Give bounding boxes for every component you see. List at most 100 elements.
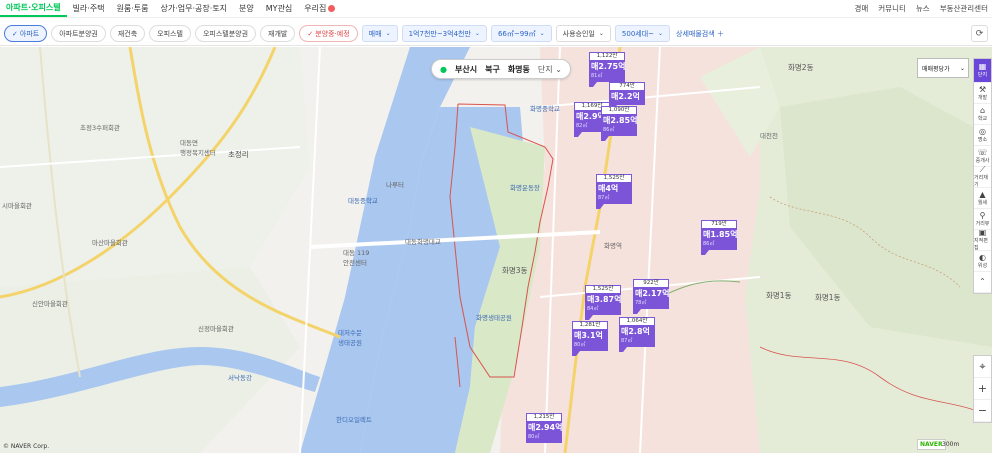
price-marker[interactable]: 922만 매2.17억 78㎡ bbox=[633, 279, 669, 314]
nav-community-link[interactable]: 커뮤니티 bbox=[878, 3, 906, 14]
zoom-out-button[interactable]: − bbox=[974, 400, 991, 422]
zoom-controls: ⌖ + − bbox=[973, 355, 992, 423]
breadcrumb-dong[interactable]: 화명동 bbox=[508, 64, 530, 75]
price-marker[interactable]: 1,525만 매4억 87㎡ bbox=[596, 174, 632, 209]
tool-satellite-button[interactable]: ◐ 위성 bbox=[974, 251, 991, 272]
marker-area: 80㎡ bbox=[574, 342, 586, 348]
detail-search-link[interactable]: 상세매물검색 ＋ bbox=[676, 29, 724, 39]
breadcrumb-city[interactable]: 부산시 bbox=[455, 64, 477, 75]
nav-broker-center-link[interactable]: 부동산관리센터 bbox=[940, 3, 988, 14]
copyright: © NAVER Corp. bbox=[3, 443, 50, 450]
tool-collapse-button[interactable]: ⌃ bbox=[974, 272, 991, 293]
marker-area: 86㎡ bbox=[703, 241, 715, 247]
map-label: 화명2동 bbox=[788, 63, 814, 72]
marker-unit-price: 1,525만 bbox=[585, 285, 621, 293]
marker-unit-price: 1,064만 bbox=[619, 317, 655, 325]
marker-price: 매4억 bbox=[598, 184, 619, 193]
tool-place-button[interactable]: ◎ 명소 bbox=[974, 125, 991, 146]
price-range-select[interactable]: 1억7천만~3억4천만 ⌄ bbox=[401, 25, 487, 42]
ruler-icon: ⟋ bbox=[979, 165, 986, 174]
tab-oneroom-tworoom[interactable]: 원룸·투룸 bbox=[111, 0, 155, 17]
marker-unit-price: 922만 bbox=[633, 279, 669, 287]
trade-type-value: 매매 bbox=[368, 29, 382, 38]
my-location-button[interactable]: ⌖ bbox=[974, 356, 991, 378]
price-range-value: 1억7천만~3억4천만 bbox=[408, 29, 471, 38]
complex-dropdown-label: 단지 bbox=[537, 64, 553, 74]
trade-type-select[interactable]: 매매 ⌄ bbox=[361, 25, 398, 42]
complex-dropdown[interactable]: 단지 ⌄ bbox=[538, 64, 562, 75]
filter-chip-officetel[interactable]: 오피스텔 bbox=[149, 25, 191, 42]
chevron-down-icon: ⌄ bbox=[474, 30, 480, 37]
cadastral-icon: ▣ bbox=[978, 228, 987, 237]
price-type-select[interactable]: 매매평당가 ⌄ bbox=[917, 58, 969, 78]
tab-my-home[interactable]: 우리집 bbox=[298, 0, 341, 17]
tool-label: 중개사 bbox=[975, 157, 990, 164]
tool-streetview-button[interactable]: ⚲ 거리뷰 bbox=[974, 209, 991, 230]
chevron-down-icon: ⌄ bbox=[658, 30, 664, 37]
tab-apartment-officetel[interactable]: 아파트·오피스텔 bbox=[0, 0, 67, 17]
chevron-down-icon: ⌄ bbox=[555, 64, 562, 74]
marker-area: 86㎡ bbox=[603, 127, 615, 133]
tool-complex-button[interactable]: ▦ 단지 bbox=[974, 59, 991, 83]
price-marker[interactable]: 719만 매1.85억 86㎡ bbox=[701, 220, 737, 255]
tool-rent-button[interactable]: ▲ 월세 bbox=[974, 188, 991, 209]
location-breadcrumb: ● 부산시 북구 화명동 단지 ⌄ bbox=[431, 59, 571, 79]
tool-development-button[interactable]: ⚒ 개발 bbox=[974, 83, 991, 104]
filter-chip-redevelopment[interactable]: 재개발 bbox=[260, 25, 296, 42]
agent-icon: ☏ bbox=[977, 147, 988, 157]
tool-cadastral-button[interactable]: ▣ 지적편집 bbox=[974, 228, 991, 251]
breadcrumb-district[interactable]: 북구 bbox=[485, 64, 500, 75]
filter-chip-presale-ongoing[interactable]: 분양중·예정 bbox=[299, 25, 358, 42]
tab-commercial-land[interactable]: 상가·업무·공장·토지 bbox=[155, 0, 234, 17]
map-label: 화명역 bbox=[604, 242, 622, 250]
zoom-in-button[interactable]: + bbox=[974, 378, 991, 400]
households-select[interactable]: 500세대~ ⌄ bbox=[614, 25, 671, 42]
filter-chip-reconstruction[interactable]: 재건축 bbox=[109, 25, 146, 42]
marker-unit-price: 1,525만 bbox=[596, 174, 632, 182]
filter-chip-apartment-presale-right[interactable]: 아파트분양권 bbox=[51, 25, 106, 42]
marker-area: 78㎡ bbox=[635, 300, 647, 306]
price-marker[interactable]: 1,064만 매2.8억 87㎡ bbox=[619, 317, 655, 352]
plus-icon: + bbox=[977, 382, 988, 395]
chevron-down-icon: ⌄ bbox=[959, 64, 965, 72]
marker-price: 매1.85억 bbox=[703, 230, 738, 239]
filter-chip-apartment[interactable]: 아파트 bbox=[4, 25, 48, 42]
price-type-value: 매매평당가 bbox=[922, 65, 950, 73]
tool-school-button[interactable]: ⌂ 학교 bbox=[974, 104, 991, 125]
approval-date-select[interactable]: 사용승인일 ⌄ bbox=[555, 25, 611, 42]
area-range-select[interactable]: 66㎡~99㎡ ⌄ bbox=[490, 25, 552, 42]
tool-label: 명소 bbox=[977, 136, 988, 143]
marker-unit-price: 1,215만 bbox=[526, 413, 562, 421]
tab-my-interest[interactable]: MY관심 bbox=[260, 0, 299, 17]
map-label: 화명생태공원 bbox=[476, 314, 512, 322]
households-value: 500세대~ bbox=[621, 29, 655, 38]
tab-presale[interactable]: 분양 bbox=[233, 0, 260, 17]
chevron-down-icon: ⌄ bbox=[385, 30, 391, 37]
map-base bbox=[0, 47, 992, 453]
map-label: 신안마을회관 bbox=[32, 300, 68, 308]
price-marker[interactable]: 1,090만 매2.85억 86㎡ bbox=[601, 106, 637, 141]
nav-auction-link[interactable]: 경매 bbox=[854, 3, 868, 14]
map-label: 화명운동장 bbox=[510, 184, 540, 192]
marker-price: 매2.85억 bbox=[603, 116, 638, 125]
tool-ruler-button[interactable]: ⟋ 거리재기 bbox=[974, 165, 991, 188]
map-view[interactable]: 초정3수퍼회관 대동면 행정복지센터 초정리 나루터 대동중학교 시마을회관 마… bbox=[0, 47, 992, 453]
map-tool-panel: ▦ 단지 ⚒ 개발 ⌂ 학교 ◎ 명소 ☏ 중개사 ⟋ 거리재기 ▲ 월세 ⚲ 거리뷰 ▣ 지적편… bbox=[973, 58, 992, 294]
price-marker[interactable]: 1,281만 매3.1억 80㎡ bbox=[572, 321, 608, 356]
tab-villa-house[interactable]: 빌라·주택 bbox=[67, 0, 111, 17]
tool-agent-button[interactable]: ☏ 중개사 bbox=[974, 146, 991, 167]
place-icon: ◎ bbox=[979, 126, 986, 136]
marker-unit-price: 1,281만 bbox=[572, 321, 608, 329]
tab-my-home-label: 우리집 bbox=[304, 4, 327, 13]
price-marker[interactable]: 1,525만 매3.87억 84㎡ bbox=[585, 285, 621, 320]
refresh-button[interactable]: ⟳ bbox=[971, 25, 988, 42]
marker-price: 매2.8억 bbox=[621, 327, 650, 336]
marker-area: 80㎡ bbox=[528, 434, 540, 440]
marker-area: 87㎡ bbox=[621, 338, 633, 344]
marker-area: 87㎡ bbox=[598, 195, 610, 201]
tool-label: 거리재기 bbox=[974, 175, 988, 188]
nav-news-link[interactable]: 뉴스 bbox=[916, 3, 930, 14]
price-marker[interactable]: 1,215만 매2.94억 80㎡ bbox=[526, 413, 562, 443]
map-scale: 300m bbox=[942, 441, 960, 448]
filter-chip-officetel-presale-right[interactable]: 오피스텔분양권 bbox=[194, 25, 257, 42]
